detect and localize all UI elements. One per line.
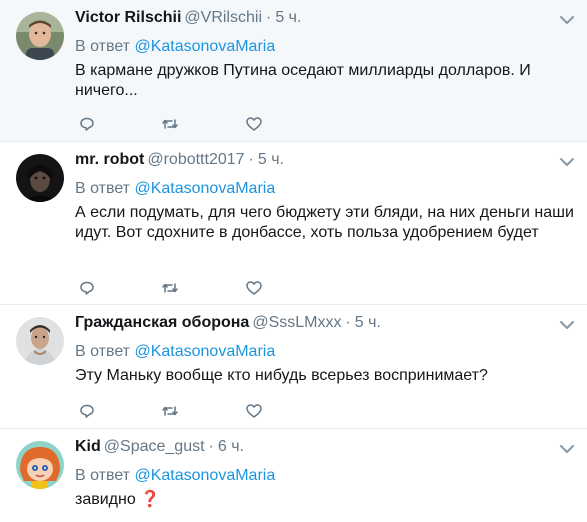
reply-context: В ответ @KatasonovaMaria — [75, 342, 275, 362]
reply-context: В ответ @KatasonovaMaria — [75, 466, 275, 486]
retweet-icon[interactable] — [160, 114, 180, 134]
author-name[interactable]: Kid — [75, 438, 101, 455]
heart-icon[interactable] — [244, 278, 264, 298]
tweet-feed: Victor Rilschii @VRilschii · 5 ч. В ответ @… — [0, 0, 587, 522]
retweet-icon[interactable] — [160, 401, 180, 421]
author-handle[interactable]: @VRilschii — [184, 9, 262, 26]
tweet-text: завидно ❓ — [75, 491, 161, 508]
reply-icon[interactable] — [77, 401, 97, 421]
author-handle[interactable]: @robottt2017 — [147, 151, 244, 168]
tweet-header: mr. robot @robottt2017 · 5 ч. — [75, 150, 284, 170]
chevron-down-icon[interactable] — [559, 14, 575, 26]
tweet-text: В кармане дружков Путина оседают миллиар… — [75, 62, 531, 99]
reply-icon[interactable] — [77, 114, 97, 134]
reply-prefix: В ответ — [75, 180, 131, 197]
reply-mention-link[interactable]: @KatasonovaMaria — [134, 38, 275, 55]
tweet[interactable]: Victor Rilschii @VRilschii · 5 ч. В ответ @… — [0, 0, 587, 142]
reply-prefix: В ответ — [75, 38, 131, 55]
heart-icon[interactable] — [244, 114, 264, 134]
chevron-down-icon[interactable] — [559, 156, 575, 168]
tweet-text: Эту Маньку вообще кто нибудь всерьез вос… — [75, 367, 488, 384]
timestamp[interactable]: 6 ч. — [218, 438, 244, 455]
author-name[interactable]: Гражданская оборона — [75, 314, 249, 331]
heart-icon[interactable] — [244, 401, 264, 421]
tweet[interactable]: Kid @Space_gust · 6 ч. В ответ @KatasonovaM… — [0, 429, 587, 522]
reply-prefix: В ответ — [75, 343, 131, 360]
separator: · — [208, 438, 214, 455]
reply-mention-link[interactable]: @KatasonovaMaria — [134, 467, 275, 484]
chevron-down-icon[interactable] — [559, 319, 575, 331]
reply-mention-link[interactable]: @KatasonovaMaria — [134, 343, 275, 360]
tweet[interactable]: mr. robot @robottt2017 · 5 ч. В ответ @Kata… — [0, 142, 587, 305]
author-handle[interactable]: @SssLMxxx — [252, 314, 341, 331]
tweet[interactable]: Гражданская оборона @SssLMxxx · 5 ч. В отве… — [0, 305, 587, 429]
reply-prefix: В ответ — [75, 467, 131, 484]
avatar[interactable] — [16, 154, 64, 202]
retweet-icon[interactable] — [160, 278, 180, 298]
reply-icon[interactable] — [77, 278, 97, 298]
avatar[interactable] — [16, 441, 64, 489]
avatar[interactable] — [16, 317, 64, 365]
tweet-header: Kid @Space_gust · 6 ч. — [75, 437, 244, 457]
avatar[interactable] — [16, 12, 64, 60]
author-name[interactable]: Victor Rilschii — [75, 9, 181, 26]
timestamp[interactable]: 5 ч. — [258, 151, 284, 168]
reply-mention-link[interactable]: @KatasonovaMaria — [134, 180, 275, 197]
tweet-actions — [75, 278, 375, 298]
separator: · — [248, 151, 254, 168]
author-handle[interactable]: @Space_gust — [104, 438, 205, 455]
tweet-header: Гражданская оборона @SssLMxxx · 5 ч. — [75, 313, 381, 333]
tweet-actions — [75, 401, 375, 421]
chevron-down-icon[interactable] — [559, 443, 575, 455]
separator: · — [345, 314, 351, 331]
tweet-actions — [75, 114, 375, 134]
separator: · — [266, 9, 272, 26]
tweet-header: Victor Rilschii @VRilschii · 5 ч. — [75, 8, 301, 28]
tweet-text: А если подумать, для чего бюджету эти бл… — [75, 204, 574, 241]
timestamp[interactable]: 5 ч. — [355, 314, 381, 331]
timestamp[interactable]: 5 ч. — [275, 9, 301, 26]
author-name[interactable]: mr. robot — [75, 151, 144, 168]
reply-context: В ответ @KatasonovaMaria — [75, 179, 275, 199]
reply-context: В ответ @KatasonovaMaria — [75, 37, 275, 57]
